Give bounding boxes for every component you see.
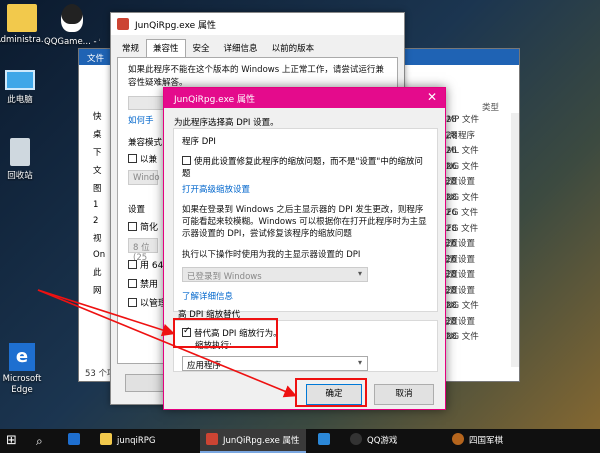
tab-general[interactable]: 常规	[115, 39, 146, 57]
search-button[interactable]: ⌕	[36, 429, 43, 453]
app-icon	[206, 433, 218, 445]
store-icon	[318, 433, 330, 445]
dpi-timing-value: 已登录到 Windows	[187, 272, 262, 282]
cell: 应用程序	[441, 130, 476, 141]
game-icon	[452, 433, 464, 445]
cell: 配置设置	[441, 177, 476, 187]
desktop-icon-label: Microsoft Edge	[2, 374, 42, 395]
compat-mode-select[interactable]: Windo	[128, 170, 160, 185]
cell: PNG 文件	[441, 161, 479, 172]
checkbox[interactable]	[128, 222, 137, 231]
cell: PNG 文件	[441, 301, 479, 311]
tab-details[interactable]: 详细信息	[217, 39, 265, 57]
start-button[interactable]: ⊞	[6, 429, 17, 453]
cell: 配置设置	[441, 254, 476, 265]
desktop-icon-label: Administra...	[0, 35, 50, 45]
color-mode-select[interactable]: 8 位(25	[128, 238, 158, 263]
cell: CFG 文件	[441, 223, 479, 234]
program-dpi-group: 程序 DPI 使用此设置修复此程序的缩放问题，而不是"设置"中的缩放问题 打开高…	[173, 128, 438, 312]
column-type: BMP 文件 应用程序 XML 文件 PNG 文件 配置设置 PNG 文件 CF…	[441, 113, 511, 346]
setting-label: 简化	[140, 223, 159, 233]
taskbar: ⊞ ⌕ junqiRPG JunQiRpg.exe 属性 QQ游戏 四国军棋	[0, 429, 600, 453]
qq-penguin-icon	[350, 433, 362, 445]
cancel-button[interactable]: 取消	[374, 384, 434, 405]
cell: BMP 文件	[441, 115, 479, 125]
cell: 配置设置	[441, 270, 476, 280]
properties-titlebar: JunQiRpg.exe 属性	[111, 13, 404, 35]
dpi-intro: 为此程序选择高 DPI 设置。	[174, 118, 279, 128]
dpi-settings-dialog: JunQiRpg.exe 属性 ✕ 为此程序选择高 DPI 设置。 程序 DPI…	[163, 87, 446, 410]
dpi-select-label: 执行以下操作时使用为我的主显示器设置的 DPI	[182, 250, 361, 260]
cell: PNG 文件	[441, 192, 479, 203]
cell: 配置设置	[441, 285, 476, 296]
checkbox[interactable]	[128, 260, 137, 269]
recycle-bin-icon	[10, 138, 30, 166]
annotation-box-override	[173, 318, 278, 348]
setting-label: 禁用	[140, 280, 159, 290]
checkbox[interactable]	[128, 154, 137, 163]
app-icon	[117, 18, 129, 30]
scaling-performed-select[interactable]: 应用程序 ▾	[182, 356, 368, 371]
taskbar-edge[interactable]	[68, 429, 85, 453]
taskbar-store[interactable]	[318, 429, 335, 453]
column-header-type[interactable]: 类型	[482, 101, 499, 113]
edge-icon	[68, 433, 80, 445]
compat-mode-label: 以兼	[140, 155, 158, 165]
qq-penguin-icon	[61, 4, 83, 32]
tab-previous-versions[interactable]: 以前的版本	[265, 39, 322, 57]
advanced-scaling-link[interactable]: 打开高级缩放设置	[182, 183, 429, 195]
close-icon[interactable]: ✕	[427, 90, 437, 104]
taskbar-siguo[interactable]: 四国军棋	[452, 429, 503, 453]
taskbar-label: 四国军棋	[469, 436, 504, 446]
desktop-icon-label: QQGame... - 快捷方式	[44, 37, 100, 47]
dpi-title: JunQiRpg.exe 属性	[174, 95, 256, 105]
desktop-icon-qqgame[interactable]: QQGame... - 快捷方式	[44, 4, 100, 47]
cell: CFG 文件	[441, 208, 479, 218]
checkbox[interactable]	[128, 298, 137, 307]
chevron-down-icon: ▾	[357, 358, 362, 367]
program-dpi-header: 程序 DPI	[182, 137, 216, 147]
taskbar-label: junqiRPG	[117, 436, 156, 446]
dpi-titlebar: JunQiRpg.exe 属性 ✕	[164, 88, 445, 108]
edge-icon: e	[9, 343, 35, 371]
annotation-box-ok	[295, 378, 367, 407]
this-pc-icon	[5, 70, 35, 90]
explorer-scrollbar[interactable]	[511, 113, 519, 367]
cell: PNG 文件	[441, 332, 479, 342]
desktop-icon-label: 回收站	[7, 171, 33, 181]
taskbar-qqgame[interactable]: QQ游戏	[350, 429, 397, 453]
desktop-icon-recycle-bin[interactable]: 回收站	[0, 138, 48, 181]
properties-tabs: 常规 兼容性 安全 详细信息 以前的版本	[111, 35, 404, 57]
desktop-icon-admin[interactable]: Administra...	[0, 4, 50, 45]
taskbar-explorer[interactable]: junqiRPG	[100, 429, 156, 453]
cell: 配置设置	[441, 316, 476, 327]
taskbar-label: JunQiRpg.exe 属性	[223, 436, 300, 446]
desktop-icon-label: 此电脑	[7, 95, 33, 105]
dpi-explanation: 如果在登录到 Windows 之后主显示器的 DPI 发生更改，则程序可能看起来…	[182, 205, 427, 239]
tab-security[interactable]: 安全	[186, 39, 217, 57]
troubleshooter-button[interactable]	[128, 96, 168, 110]
checkbox[interactable]	[128, 279, 137, 288]
desktop-icon-edge[interactable]: e Microsoft Edge	[0, 343, 50, 396]
cell: XML 文件	[441, 146, 479, 156]
taskbar-label: QQ游戏	[367, 436, 398, 446]
tab-compatibility[interactable]: 兼容性	[146, 39, 186, 57]
windows-logo-icon: ⊞	[6, 433, 17, 448]
program-dpi-option[interactable]: 使用此设置修复此程序的缩放问题，而不是"设置"中的缩放问题	[182, 155, 429, 179]
chevron-down-icon: ▾	[357, 269, 362, 278]
search-icon: ⌕	[36, 434, 43, 448]
desktop-icon-this-pc[interactable]: 此电脑	[0, 70, 48, 105]
properties-title: JunQiRpg.exe 属性	[135, 21, 217, 31]
user-folder-icon	[7, 4, 37, 32]
checkbox[interactable]	[182, 156, 191, 165]
program-dpi-label: 使用此设置修复此程序的缩放问题，而不是"设置"中的缩放问题	[182, 157, 423, 179]
cell: 配置设置	[441, 239, 476, 249]
dpi-timing-select[interactable]: 已登录到 Windows ▾	[182, 267, 368, 282]
scaling-performed-value: 应用程序	[187, 361, 222, 371]
folder-icon	[100, 433, 112, 445]
learn-more-link[interactable]: 了解详细信息	[182, 290, 429, 302]
taskbar-properties[interactable]: JunQiRpg.exe 属性	[200, 429, 306, 453]
